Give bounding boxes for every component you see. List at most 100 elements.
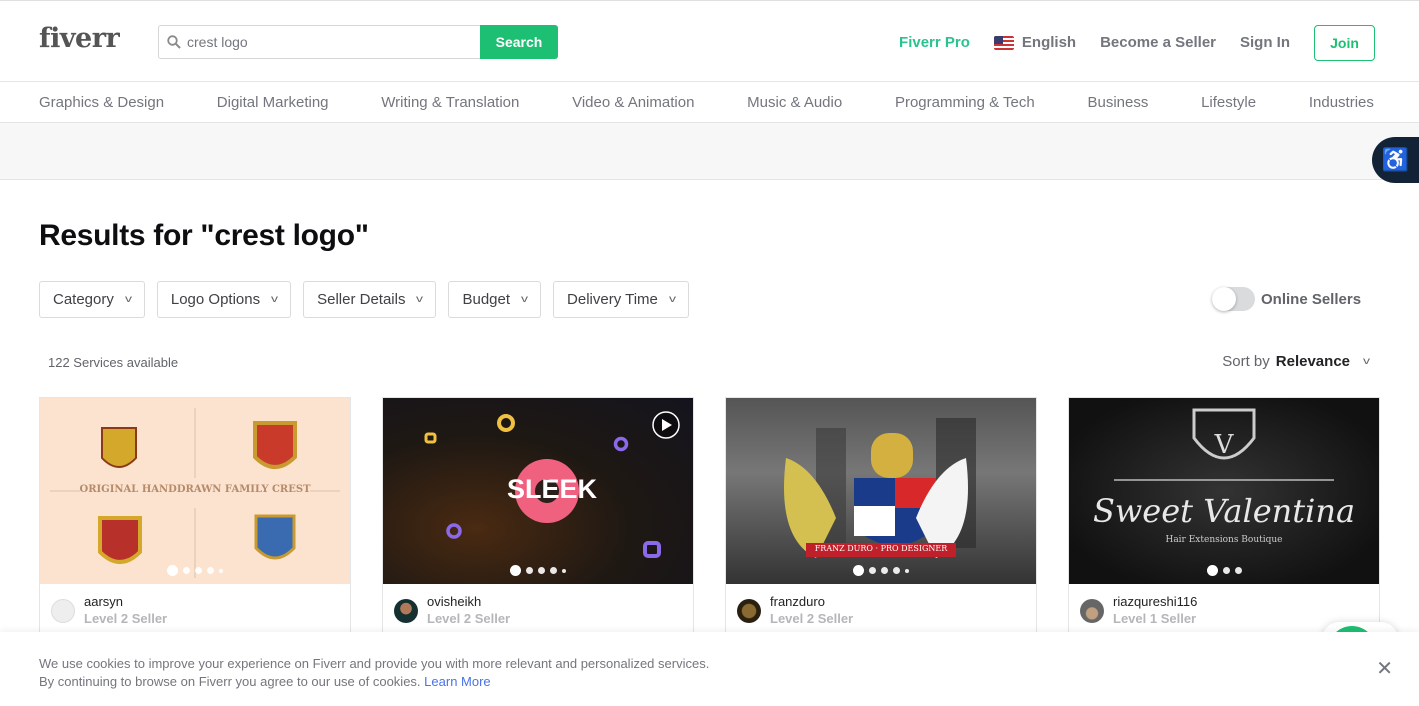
category-programming-tech[interactable]: Programming & Tech bbox=[895, 94, 1035, 111]
sort-label: Sort by bbox=[1222, 353, 1270, 370]
chevron-down-icon: v bbox=[668, 294, 676, 305]
carousel-dot[interactable] bbox=[219, 568, 223, 573]
carousel-dot[interactable] bbox=[562, 568, 566, 573]
search-bar: Search bbox=[158, 25, 558, 59]
carousel-dot[interactable] bbox=[869, 567, 876, 574]
carousel-dots[interactable] bbox=[1069, 565, 1379, 576]
search-button[interactable]: Search bbox=[480, 25, 558, 59]
carousel-dot[interactable] bbox=[167, 565, 178, 576]
carousel-dot[interactable] bbox=[881, 567, 888, 574]
cookie-line-1: We use cookies to improve your experienc… bbox=[39, 656, 710, 671]
avatar[interactable] bbox=[1080, 598, 1104, 623]
gig-grid: ORIGINAL HANDDRAWN FAMILY CREST aarsyn Le… bbox=[39, 397, 1380, 637]
carousel-dot[interactable] bbox=[853, 565, 864, 576]
fiverr-logo[interactable]: fiverr bbox=[39, 23, 120, 54]
filter-budget[interactable]: Budget v bbox=[448, 281, 542, 318]
gig-card[interactable]: FRANZ DURO · PRO DESIGNER franzduro Level… bbox=[725, 397, 1037, 637]
language-label: English bbox=[1021, 34, 1077, 51]
thumbnail-subcaption: Hair Extensions Boutique bbox=[1165, 535, 1283, 545]
category-writing-translation[interactable]: Writing & Translation bbox=[381, 94, 519, 111]
language-selector[interactable]: English bbox=[993, 34, 1077, 51]
avatar[interactable] bbox=[51, 598, 75, 623]
avatar[interactable] bbox=[737, 598, 761, 623]
search-field[interactable] bbox=[158, 25, 480, 59]
banner-strip bbox=[0, 123, 1419, 180]
seller-info: aarsyn Level 2 Seller bbox=[40, 584, 350, 627]
online-sellers-toggle-group: Online Sellers bbox=[1212, 287, 1361, 311]
gig-thumbnail[interactable]: FRANZ DURO · PRO DESIGNER bbox=[726, 398, 1036, 584]
category-video-animation[interactable]: Video & Animation bbox=[572, 94, 694, 111]
top-header: fiverr Search Fiverr Pro English Become … bbox=[0, 0, 1419, 82]
seller-info: ovisheikh Level 2 Seller bbox=[383, 584, 693, 627]
cookie-line-2: By continuing to browse on Fiverr you ag… bbox=[39, 674, 421, 689]
seller-info: riazqureshi116 Level 1 Seller bbox=[1069, 584, 1379, 627]
category-business[interactable]: Business bbox=[1087, 94, 1148, 111]
filter-category[interactable]: Category v bbox=[39, 281, 145, 318]
category-industries[interactable]: Industries bbox=[1309, 94, 1374, 111]
carousel-dot[interactable] bbox=[195, 567, 202, 574]
toggle-knob bbox=[1212, 287, 1236, 311]
category-graphics-design[interactable]: Graphics & Design bbox=[39, 94, 164, 111]
carousel-dot[interactable] bbox=[538, 567, 545, 574]
filter-logo-options[interactable]: Logo Options v bbox=[156, 281, 292, 318]
category-lifestyle[interactable]: Lifestyle bbox=[1201, 94, 1256, 111]
sort-dropdown[interactable]: Sort by Relevance v bbox=[1222, 353, 1370, 370]
sign-in-link[interactable]: Sign In bbox=[1240, 34, 1290, 51]
carousel-dot[interactable] bbox=[1222, 567, 1230, 574]
seller-name[interactable]: franzduro bbox=[770, 594, 853, 610]
seller-level: Level 2 Seller bbox=[427, 611, 511, 626]
seller-level: Level 1 Seller bbox=[1113, 611, 1197, 626]
avatar[interactable] bbox=[394, 598, 418, 623]
carousel-dot[interactable] bbox=[526, 567, 533, 574]
gig-thumbnail[interactable]: V Sweet Valentina Hair Extensions Boutiq… bbox=[1069, 398, 1379, 584]
gig-thumbnail[interactable]: SLEEK bbox=[383, 398, 693, 584]
chevron-down-icon: v bbox=[271, 294, 279, 305]
carousel-dot[interactable] bbox=[183, 567, 190, 574]
gig-thumbnail[interactable]: ORIGINAL HANDDRAWN FAMILY CREST bbox=[40, 398, 350, 584]
learn-more-link[interactable]: Learn More bbox=[424, 674, 490, 689]
carousel-dot[interactable] bbox=[893, 567, 900, 574]
search-icon bbox=[167, 35, 181, 49]
carousel-dot[interactable] bbox=[550, 567, 557, 574]
search-input[interactable] bbox=[187, 34, 447, 50]
become-seller-link[interactable]: Become a Seller bbox=[1100, 34, 1216, 51]
seller-name[interactable]: riazqureshi116 bbox=[1113, 594, 1197, 610]
seller-name[interactable]: aarsyn bbox=[84, 594, 167, 610]
gig-card[interactable]: ORIGINAL HANDDRAWN FAMILY CREST aarsyn Le… bbox=[39, 397, 351, 637]
thumbnail-caption: Sweet Valentina bbox=[1092, 492, 1356, 530]
wheelchair-icon: ♿ bbox=[1381, 147, 1410, 172]
gig-card[interactable]: SLEEK ovisheikh Level 2 Seller bbox=[382, 397, 694, 637]
gig-card[interactable]: V Sweet Valentina Hair Extensions Boutiq… bbox=[1068, 397, 1380, 637]
royal-crest-artwork bbox=[784, 418, 976, 558]
seller-name[interactable]: ovisheikh bbox=[427, 594, 510, 610]
seller-info: franzduro Level 2 Seller bbox=[726, 584, 1036, 627]
carousel-dot[interactable] bbox=[905, 568, 909, 573]
cookie-banner: We use cookies to improve your experienc… bbox=[0, 632, 1419, 706]
close-icon[interactable]: ✕ bbox=[1376, 656, 1393, 681]
carousel-dot[interactable] bbox=[1234, 567, 1242, 574]
svg-text:V: V bbox=[1214, 430, 1235, 460]
chevron-down-icon: v bbox=[521, 294, 529, 305]
filter-label: Budget bbox=[462, 291, 511, 308]
fiverr-pro-link[interactable]: Fiverr Pro bbox=[899, 34, 970, 51]
carousel-dot[interactable] bbox=[207, 567, 214, 574]
filter-label: Seller Details bbox=[317, 291, 406, 308]
category-music-audio[interactable]: Music & Audio bbox=[747, 94, 842, 111]
category-digital-marketing[interactable]: Digital Marketing bbox=[217, 94, 329, 111]
accessibility-button[interactable]: ♿ bbox=[1372, 137, 1419, 183]
services-count: 122 Services available bbox=[48, 355, 179, 370]
carousel-dot[interactable] bbox=[1206, 565, 1218, 576]
carousel-dots[interactable] bbox=[726, 565, 1036, 576]
carousel-dot[interactable] bbox=[510, 565, 521, 576]
carousel-dots[interactable] bbox=[40, 565, 350, 576]
online-sellers-toggle[interactable] bbox=[1212, 287, 1255, 311]
filter-delivery-time[interactable]: Delivery Time v bbox=[553, 281, 689, 318]
filter-label: Logo Options bbox=[170, 291, 261, 308]
play-video-icon[interactable] bbox=[651, 410, 681, 440]
filter-bar: Category v Logo Options v Seller Details v … bbox=[39, 281, 689, 318]
carousel-dots[interactable] bbox=[383, 565, 693, 576]
chevron-down-icon: v bbox=[416, 294, 424, 305]
filter-seller-details[interactable]: Seller Details v bbox=[303, 281, 437, 318]
category-menu: Graphics & Design Digital Marketing Writ… bbox=[0, 82, 1419, 123]
join-button[interactable]: Join bbox=[1314, 24, 1375, 61]
